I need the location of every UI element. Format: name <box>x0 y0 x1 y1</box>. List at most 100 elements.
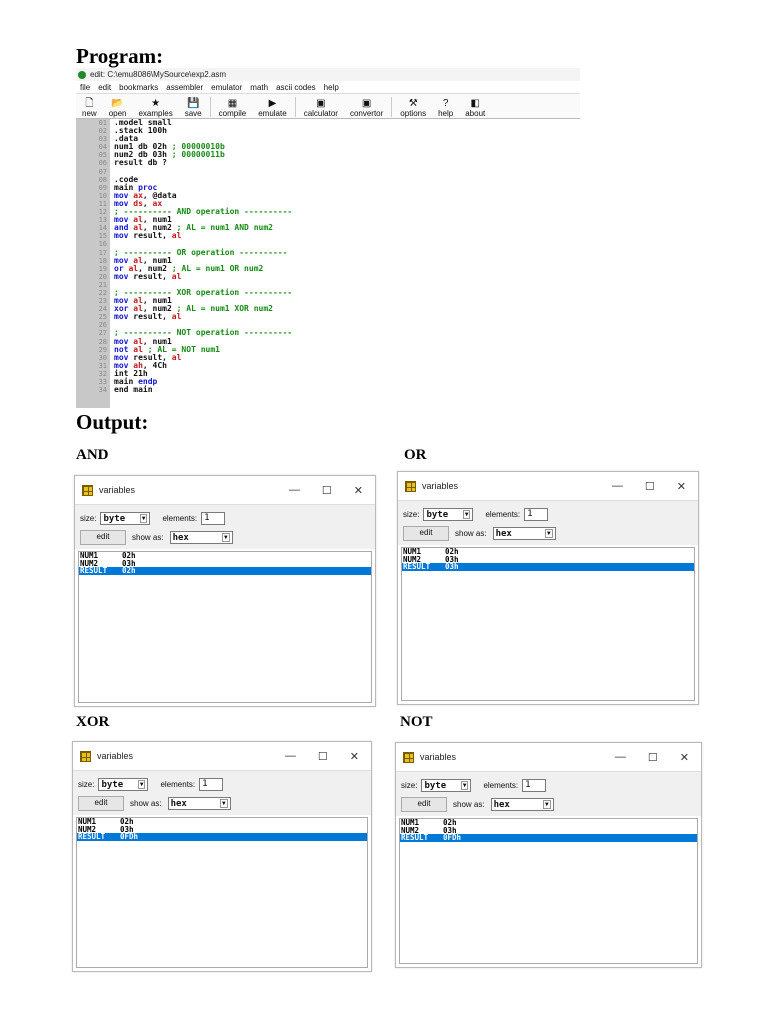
close-icon[interactable]: ✕ <box>354 484 363 497</box>
size-value: byte <box>101 779 124 790</box>
close-icon[interactable]: ✕ <box>677 480 686 493</box>
edit-button[interactable]: edit <box>403 526 449 541</box>
save-button[interactable]: 💾 save <box>179 98 208 118</box>
open-folder-icon: 📂 <box>111 98 124 109</box>
elements-label: elements: <box>485 510 521 519</box>
code-line: ; ---------- OR operation ---------- <box>114 248 580 257</box>
show-as-select[interactable]: hex ▼ <box>492 527 556 540</box>
line-number: 11 <box>98 199 107 208</box>
variables-list[interactable]: NUM1 02h NUM2 03h RESULT 03h <box>401 547 695 701</box>
editor-titlebar: edit: C:\emu8086\MySource\exp2.asm <box>76 68 580 81</box>
chevron-down-icon: ▼ <box>139 514 148 523</box>
edit-button[interactable]: edit <box>401 797 447 812</box>
code-area[interactable]: 01 02 03 04 05 06 07 08 09 10 11 12 13 14 15 16 17 18 19 20… <box>76 118 580 408</box>
emulate-button[interactable]: ▶ emulate <box>252 98 292 118</box>
variable-row[interactable]: RESULT 0FDh <box>77 833 367 841</box>
variable-row[interactable]: RESULT 0FDh <box>400 834 697 842</box>
code-token: result, <box>133 231 172 241</box>
line-number-gutter: 01 02 03 04 05 06 07 08 09 10 11 12 13 14 15 16 17 18 19 20… <box>76 119 110 408</box>
maximize-icon[interactable]: ☐ <box>648 751 658 764</box>
menu-item-edit[interactable]: edit <box>98 83 111 92</box>
size-select[interactable]: byte ▼ <box>421 779 472 792</box>
elements-label: elements: <box>483 781 519 790</box>
line-number: 03 <box>98 135 107 144</box>
examples-button[interactable]: ★ examples <box>132 98 178 118</box>
minimize-icon[interactable]: — <box>612 480 623 493</box>
code-line: mov ax, @data <box>114 191 580 200</box>
maximize-icon[interactable]: ☐ <box>645 480 655 493</box>
menu-item-math[interactable]: math <box>250 83 268 92</box>
code-line: mov result, al <box>114 232 580 240</box>
size-label: size: <box>401 781 418 790</box>
size-select[interactable]: byte ▼ <box>423 508 474 521</box>
menu-item-emulator[interactable]: emulator <box>211 83 242 92</box>
code-line: main endp <box>114 377 580 386</box>
compile-icon: ▦ <box>227 98 238 109</box>
convertor-button-label: convertor <box>349 109 384 118</box>
help-button[interactable]: ? help <box>432 98 459 118</box>
variable-name: RESULT <box>401 833 429 842</box>
open-button[interactable]: 📂 open <box>103 98 133 118</box>
size-select[interactable]: byte ▼ <box>98 778 149 791</box>
show-as-select[interactable]: hex ▼ <box>490 798 554 811</box>
line-number: 05 <box>98 151 107 160</box>
convertor-button[interactable]: ▣ convertor <box>344 98 389 118</box>
maximize-icon[interactable]: ☐ <box>318 750 328 763</box>
menu-item-file[interactable]: file <box>80 83 90 92</box>
menu-item-assembler[interactable]: assembler <box>166 83 203 92</box>
line-number: 19 <box>98 264 107 273</box>
size-select[interactable]: byte ▼ <box>100 512 151 525</box>
variables-list[interactable]: NUM1 02h NUM2 03h RESULT 02h <box>78 551 372 703</box>
open-button-label: open <box>108 109 127 118</box>
minimize-icon[interactable]: — <box>285 750 296 763</box>
emu8086-app-icon <box>78 70 86 79</box>
line-number: 26 <box>98 321 107 330</box>
show-as-select[interactable]: hex ▼ <box>169 531 233 544</box>
menu-item-ascii-codes[interactable]: ascii codes <box>276 83 316 92</box>
close-icon[interactable]: ✕ <box>680 751 689 764</box>
show-as-value: hex <box>172 532 189 543</box>
code-lines: .model small .stack 100h .data num1 db 02h … <box>110 118 580 408</box>
variables-list[interactable]: NUM1 02h NUM2 03h RESULT 0FDh <box>76 817 368 968</box>
code-line: mov ah, 4Ch <box>114 361 580 370</box>
chevron-down-icon: ▼ <box>462 510 471 519</box>
close-icon[interactable]: ✕ <box>350 750 359 763</box>
not-heading: NOT <box>400 714 433 730</box>
show-as-select[interactable]: hex ▼ <box>167 797 231 810</box>
variable-row[interactable]: RESULT 02h <box>79 567 371 575</box>
elements-input[interactable]: 1 <box>522 779 547 792</box>
elements-input[interactable]: 1 <box>199 778 224 791</box>
line-number: 16 <box>98 240 107 249</box>
calculator-button[interactable]: ▣ calculator <box>298 98 344 118</box>
code-token: mov <box>114 312 134 322</box>
variables-window-or: variables — ☐ ✕ size: byte ▼ elements: 1 edit show… <box>397 471 699 705</box>
variable-row[interactable]: RESULT 03h <box>402 563 694 571</box>
help-icon: ? <box>442 98 449 109</box>
variables-title: variables <box>99 485 136 495</box>
new-button[interactable]: 🗋 new <box>76 98 103 118</box>
variable-value: 02h <box>122 566 136 575</box>
code-token: ; 00000011b <box>171 150 225 160</box>
program-heading: Program: <box>76 44 164 68</box>
edit-button[interactable]: edit <box>80 530 126 545</box>
minimize-icon[interactable]: — <box>289 484 300 497</box>
about-button-label: about <box>465 109 486 118</box>
new-button-label: new <box>82 109 97 118</box>
compile-button[interactable]: ▦ compile <box>213 98 253 118</box>
elements-input[interactable]: 1 <box>524 508 549 521</box>
variables-list[interactable]: NUM1 02h NUM2 03h RESULT 0FDh <box>399 818 698 964</box>
calculator-button-label: calculator <box>303 109 338 118</box>
code-token: ; AL = num1 AND num2 <box>176 223 273 233</box>
options-button[interactable]: ⚒ options <box>394 98 432 118</box>
code-token: result, <box>133 312 172 322</box>
line-number: 02 <box>98 127 107 136</box>
or-heading: OR <box>404 447 427 463</box>
minimize-icon[interactable]: — <box>615 751 626 764</box>
elements-input[interactable]: 1 <box>201 512 226 525</box>
maximize-icon[interactable]: ☐ <box>322 484 332 497</box>
edit-button[interactable]: edit <box>78 796 124 811</box>
menu-item-help[interactable]: help <box>324 83 339 92</box>
menu-item-bookmarks[interactable]: bookmarks <box>119 83 158 92</box>
about-button[interactable]: ◧ about <box>459 98 491 118</box>
